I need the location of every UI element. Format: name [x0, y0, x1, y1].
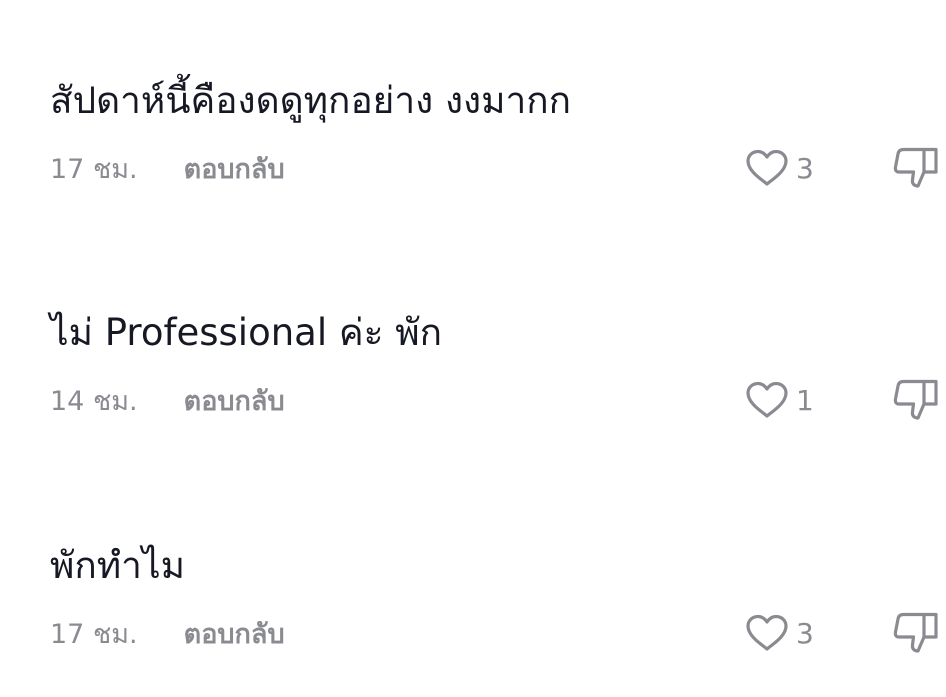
- comment-text: สัปดาห์นี้คืองดดูทุกอย่าง งงมากก: [50, 79, 572, 122]
- comment-item: ไม่ Professional ค่ะ พัก 14 ชม. ตอบกลับ …: [0, 310, 946, 430]
- like-button[interactable]: 1: [744, 380, 814, 420]
- comment-meta: 17 ชม. ตอบกลับ: [50, 615, 285, 651]
- reply-button[interactable]: ตอบกลับ: [184, 612, 285, 655]
- like-button[interactable]: 3: [744, 148, 814, 188]
- heart-outline-icon: [744, 148, 790, 188]
- heart-outline-icon: [744, 380, 790, 420]
- comment-timestamp: 17 ชม.: [50, 153, 138, 185]
- thumbs-down-icon: [892, 146, 946, 190]
- comment-timestamp: 17 ชม.: [50, 618, 138, 650]
- like-count: 3: [796, 151, 814, 185]
- thumbs-down-icon: [892, 378, 946, 422]
- dislike-button[interactable]: [892, 146, 946, 190]
- comment-text: ไม่ Professional ค่ะ พัก: [50, 311, 443, 354]
- reply-button[interactable]: ตอบกลับ: [184, 379, 285, 422]
- comment-text: พักทำไม: [50, 544, 185, 587]
- thumbs-down-icon: [892, 611, 946, 655]
- like-button[interactable]: 3: [744, 613, 814, 653]
- heart-outline-icon: [744, 613, 790, 653]
- comment-item: พักทำไม 17 ชม. ตอบกลับ 3: [0, 543, 946, 663]
- dislike-button[interactable]: [892, 378, 946, 422]
- reply-button[interactable]: ตอบกลับ: [184, 147, 285, 190]
- comment-item: สัปดาห์นี้คืองดดูทุกอย่าง งงมากก 17 ชม. …: [0, 78, 946, 198]
- comment-meta: 14 ชม. ตอบกลับ: [50, 382, 285, 418]
- comment-timestamp: 14 ชม.: [50, 385, 138, 417]
- comment-meta: 17 ชม. ตอบกลับ: [50, 150, 285, 186]
- like-count: 3: [796, 616, 814, 650]
- dislike-button[interactable]: [892, 611, 946, 655]
- like-count: 1: [796, 383, 814, 417]
